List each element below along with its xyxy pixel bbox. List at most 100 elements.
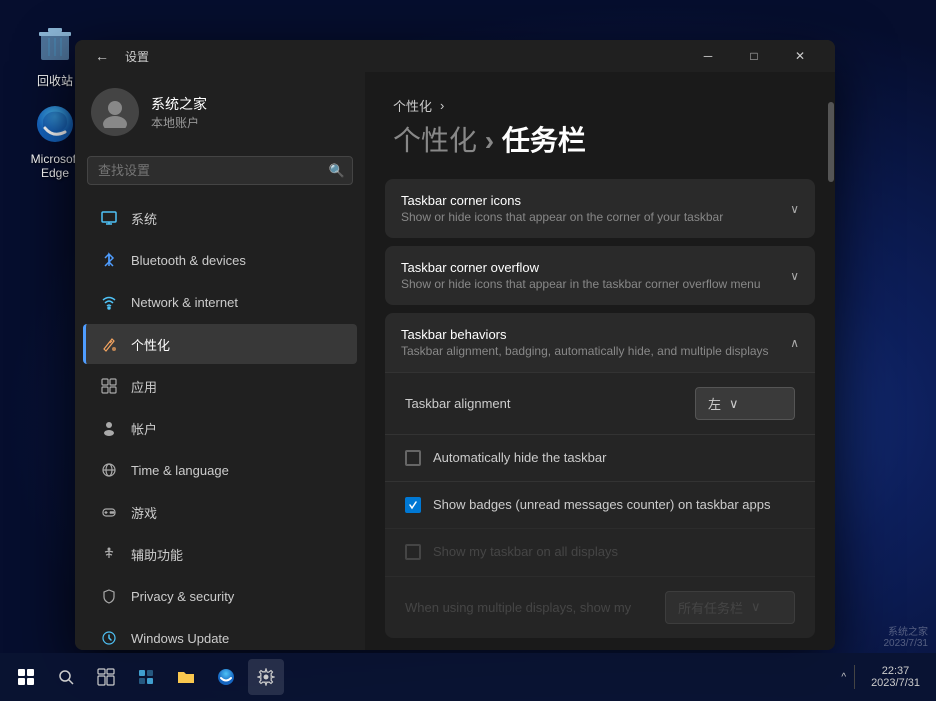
taskbar-all-displays-checkbox[interactable] [405, 544, 421, 560]
sidebar-item-accounts[interactable]: 帐户 [83, 408, 357, 448]
breadcrumb-parent: 个性化 [393, 96, 432, 115]
user-name: 系统之家 [151, 94, 207, 114]
multi-display-row: When using multiple displays, show my 所有… [385, 576, 815, 638]
sidebar-item-system-label: 系统 [131, 209, 157, 228]
recycle-bin-image [31, 20, 79, 68]
taskbar-corner-icons-title: Taskbar corner icons [401, 193, 723, 208]
user-icon [99, 418, 119, 438]
sidebar-item-privacy[interactable]: Privacy & security [83, 576, 357, 616]
wifi-icon [99, 292, 119, 312]
window-body: 系统之家 本地账户 🔍 系统 [75, 72, 835, 650]
show-badges-checkbox[interactable] [405, 497, 421, 513]
taskbar-corner-overflow-section: Taskbar corner overflow Show or hide ico… [385, 246, 815, 305]
sidebar: 系统之家 本地账户 🔍 系统 [75, 72, 365, 650]
multi-display-label: When using multiple displays, show my [405, 600, 631, 615]
accessibility-icon [99, 544, 119, 564]
taskbar-settings-button[interactable] [248, 659, 284, 695]
paint-icon [99, 334, 119, 354]
taskbar-clock[interactable]: 22:37 2023/7/31 [863, 665, 928, 689]
sidebar-item-personalization-label: 个性化 [131, 335, 170, 354]
window-title: 设置 [125, 48, 149, 65]
window-controls: ─ □ ✕ [685, 40, 823, 72]
taskbar-corner-icons-subtitle: Show or hide icons that appear on the co… [401, 210, 723, 224]
sidebar-item-bluetooth[interactable]: Bluetooth & devices [83, 240, 357, 280]
sidebar-item-network[interactable]: Network & internet [83, 282, 357, 322]
show-badges-row: Show badges (unread messages counter) on… [385, 481, 815, 528]
tray-divider [854, 665, 855, 689]
sidebar-item-time[interactable]: Time & language [83, 450, 357, 490]
taskbar-search-button[interactable] [48, 659, 84, 695]
taskbar-behaviors-chevron: ∧ [790, 336, 799, 350]
search-icon[interactable]: 🔍 [329, 163, 345, 179]
taskbar-alignment-chevron-icon: ∨ [729, 396, 739, 412]
tray-expand[interactable]: ^ [841, 672, 846, 683]
monitor-icon [99, 208, 119, 228]
sidebar-item-accounts-label: 帐户 [131, 419, 157, 438]
globe-icon [99, 460, 119, 480]
show-badges-label: Show badges (unread messages counter) on… [433, 496, 770, 514]
start-button[interactable] [8, 659, 44, 695]
taskbar-corner-icons-header[interactable]: Taskbar corner icons Show or hide icons … [385, 179, 815, 238]
sidebar-item-privacy-label: Privacy & security [131, 589, 234, 604]
auto-hide-row: Automatically hide the taskbar [385, 434, 815, 481]
taskbar-edge-button[interactable] [208, 659, 244, 695]
search-box: 🔍 [87, 156, 353, 185]
multi-display-dropdown[interactable]: 所有任务栏 ∨ [665, 591, 795, 624]
shield-icon [99, 586, 119, 606]
system-tray: ^ 22:37 2023/7/31 [841, 665, 928, 689]
taskbar: ^ 22:37 2023/7/31 [0, 653, 936, 701]
sidebar-item-apps[interactable]: 应用 [83, 366, 357, 406]
taskbar-alignment-dropdown[interactable]: 左 ∨ [695, 387, 795, 420]
gamepad-icon [99, 502, 119, 522]
minimize-button[interactable]: ─ [685, 40, 731, 72]
breadcrumb-separator: › [440, 98, 444, 113]
taskbar-alignment-row: Taskbar alignment 左 ∨ [385, 372, 815, 434]
sidebar-item-personalization[interactable]: 个性化 [83, 324, 357, 364]
sidebar-item-windows-update[interactable]: Windows Update [83, 618, 357, 650]
taskbar-time-value: 22:37 [882, 665, 910, 677]
sidebar-item-gaming[interactable]: 游戏 [83, 492, 357, 532]
user-profile[interactable]: 系统之家 本地账户 [75, 72, 365, 156]
taskbar-widgets-button[interactable] [128, 659, 164, 695]
update-icon [99, 628, 119, 648]
avatar [91, 88, 139, 136]
taskbar-behaviors-section: Taskbar behaviors Taskbar alignment, bad… [385, 313, 815, 638]
sidebar-item-bluetooth-label: Bluetooth & devices [131, 253, 246, 268]
user-account-type: 本地账户 [151, 114, 207, 131]
recycle-bin-label: 回收站 [37, 72, 73, 89]
scrollbar-thumb[interactable] [828, 102, 834, 182]
sidebar-item-network-label: Network & internet [131, 295, 238, 310]
taskbar-taskview-button[interactable] [88, 659, 124, 695]
watermark: 系统之家 2023/7/31 [884, 623, 929, 649]
taskbar-date-value: 2023/7/31 [871, 677, 920, 689]
page-title-text: 任务栏 [502, 125, 586, 156]
sidebar-item-accessibility-label: 辅助功能 [131, 545, 183, 564]
sidebar-item-time-label: Time & language [131, 463, 229, 478]
close-button[interactable]: ✕ [777, 40, 823, 72]
scrollbar-track[interactable] [827, 72, 835, 650]
desktop: 回收站 Microsoft Edge ← 设置 [0, 0, 936, 701]
taskbar-corner-overflow-chevron: ∨ [790, 269, 799, 283]
sidebar-item-accessibility[interactable]: 辅助功能 [83, 534, 357, 574]
taskbar-file-explorer-button[interactable] [168, 659, 204, 695]
settings-window: ← 设置 ─ □ ✕ 系 [75, 40, 835, 650]
search-input[interactable] [87, 156, 353, 185]
taskbar-all-displays-row: Show my taskbar on all displays [385, 528, 815, 575]
apps-icon [99, 376, 119, 396]
auto-hide-checkbox[interactable] [405, 450, 421, 466]
window-titlebar: ← 设置 ─ □ ✕ [75, 40, 835, 72]
sidebar-item-windows-update-label: Windows Update [131, 631, 229, 646]
taskbar-behaviors-header[interactable]: Taskbar behaviors Taskbar alignment, bad… [385, 313, 815, 372]
auto-hide-label: Automatically hide the taskbar [433, 449, 606, 467]
breadcrumb-title-prefix: 个性化 [393, 125, 477, 156]
bluetooth-icon [99, 250, 119, 270]
taskbar-corner-overflow-header[interactable]: Taskbar corner overflow Show or hide ico… [385, 246, 815, 305]
taskbar-corner-overflow-title: Taskbar corner overflow [401, 260, 761, 275]
taskbar-behaviors-subtitle: Taskbar alignment, badging, automaticall… [401, 344, 769, 358]
maximize-button[interactable]: □ [731, 40, 777, 72]
main-header: 个性化 › 个性化 › 任务栏 [365, 72, 835, 179]
multi-display-value: 所有任务栏 [678, 598, 743, 617]
back-button[interactable]: ← [87, 44, 117, 68]
taskbar-alignment-value: 左 [708, 394, 721, 413]
sidebar-item-system[interactable]: 系统 [83, 198, 357, 238]
